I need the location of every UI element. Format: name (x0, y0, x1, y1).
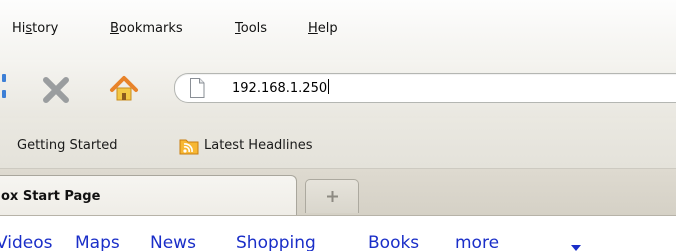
tab-label: ox Start Page (1, 189, 101, 204)
back-forward-icon[interactable] (0, 74, 8, 102)
url-field[interactable]: 192.168.1.250 (232, 79, 330, 98)
link-more[interactable]: more (455, 232, 499, 251)
menu-tools[interactable]: Tools (235, 21, 267, 37)
link-videos[interactable]: Videos (0, 232, 53, 251)
plus-icon (326, 190, 339, 203)
link-books[interactable]: Books (368, 232, 419, 251)
menu-bookmarks[interactable]: Bookmarks (110, 21, 183, 37)
menu-history[interactable]: History (12, 21, 58, 37)
link-maps[interactable]: Maps (75, 232, 120, 251)
navigation-toolbar: 192.168.1.250 (0, 60, 676, 118)
menu-bar: History Bookmarks Tools Help (0, 0, 676, 60)
page-icon (189, 78, 205, 98)
home-icon[interactable] (109, 74, 139, 104)
tab-start-page[interactable]: ox Start Page (0, 175, 297, 215)
text-cursor (328, 79, 330, 94)
bookmark-getting-started[interactable]: Getting Started (17, 138, 118, 154)
dropdown-caret-icon[interactable] (571, 240, 581, 251)
stop-icon[interactable] (40, 75, 72, 105)
bookmark-latest-headlines[interactable]: Latest Headlines (204, 138, 313, 154)
new-tab-button[interactable] (305, 179, 359, 213)
bookmarks-toolbar: Getting Started Latest Headlines (0, 118, 676, 169)
menu-help[interactable]: Help (308, 21, 338, 37)
address-bar[interactable]: 192.168.1.250 (174, 73, 676, 103)
rss-feed-icon (179, 137, 199, 155)
tab-strip: ox Start Page (0, 169, 676, 215)
link-shopping[interactable]: Shopping (236, 232, 316, 251)
page-content: Videos Maps News Shopping Books more (0, 215, 676, 251)
link-news[interactable]: News (150, 232, 196, 251)
